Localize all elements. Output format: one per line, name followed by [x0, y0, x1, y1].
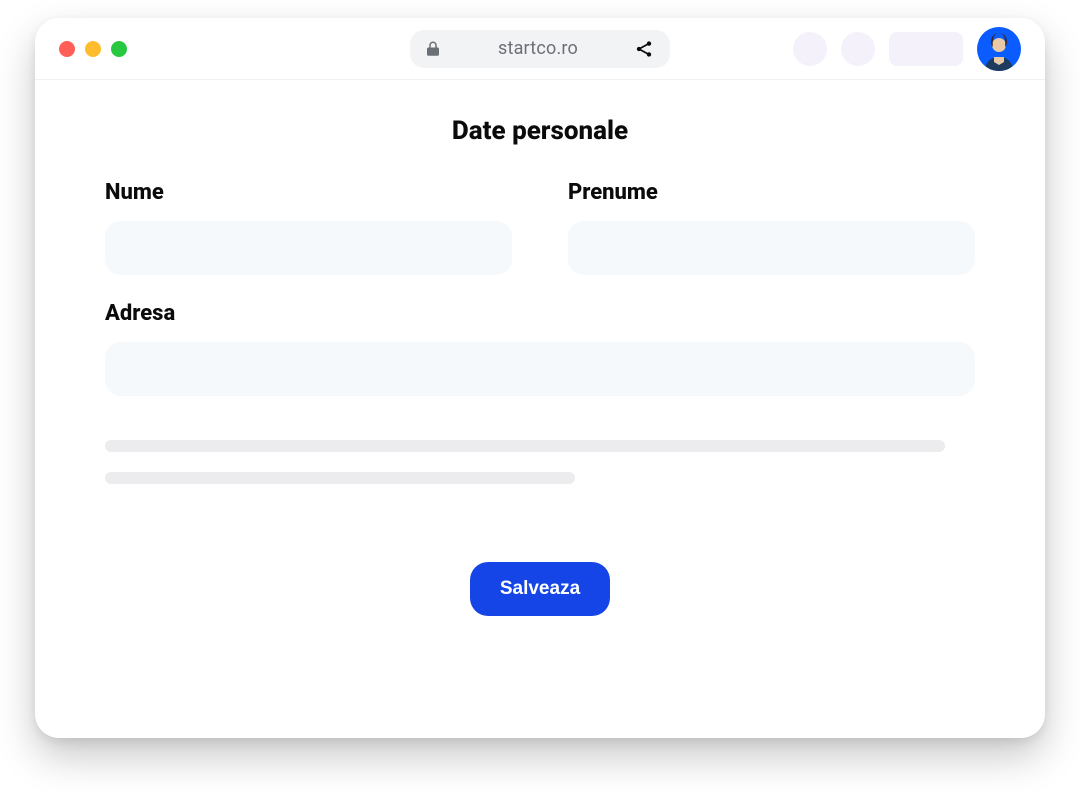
address-input[interactable] — [105, 342, 975, 396]
field-first-name: Prenume — [568, 180, 975, 275]
last-name-input[interactable] — [105, 221, 512, 275]
save-button[interactable]: Salveaza — [470, 562, 610, 616]
field-last-name: Nume — [105, 180, 512, 275]
header-actions — [793, 27, 1021, 71]
close-window-button[interactable] — [59, 41, 75, 57]
titlebar: startco.ro — [35, 18, 1045, 80]
maximize-window-button[interactable] — [111, 41, 127, 57]
last-name-label: Nume — [105, 180, 512, 205]
form-row: Adresa — [105, 301, 975, 396]
lock-icon — [424, 40, 442, 58]
window-controls — [59, 41, 127, 57]
form-row: Nume Prenume — [105, 180, 975, 275]
avatar[interactable] — [977, 27, 1021, 71]
header-placeholder-circle — [793, 32, 827, 66]
page-title: Date personale — [105, 116, 975, 146]
address-label: Adresa — [105, 301, 975, 326]
page-content: Date personale Nume Prenume Adresa Salve… — [35, 80, 1045, 616]
header-placeholder-rect — [889, 32, 963, 66]
minimize-window-button[interactable] — [85, 41, 101, 57]
first-name-label: Prenume — [568, 180, 975, 205]
first-name-input[interactable] — [568, 221, 975, 275]
skeleton-line — [105, 472, 575, 484]
header-placeholder-circle — [841, 32, 875, 66]
form-actions: Salveaza — [105, 562, 975, 616]
address-bar[interactable]: startco.ro — [410, 30, 670, 68]
skeleton-line — [105, 440, 945, 452]
share-icon[interactable] — [634, 39, 654, 59]
skeleton-placeholder — [105, 440, 975, 484]
url-host: startco.ro — [498, 38, 578, 59]
address-bar-container: startco.ro — [410, 30, 670, 68]
field-address: Adresa — [105, 301, 975, 396]
browser-window: startco.ro — [35, 18, 1045, 738]
